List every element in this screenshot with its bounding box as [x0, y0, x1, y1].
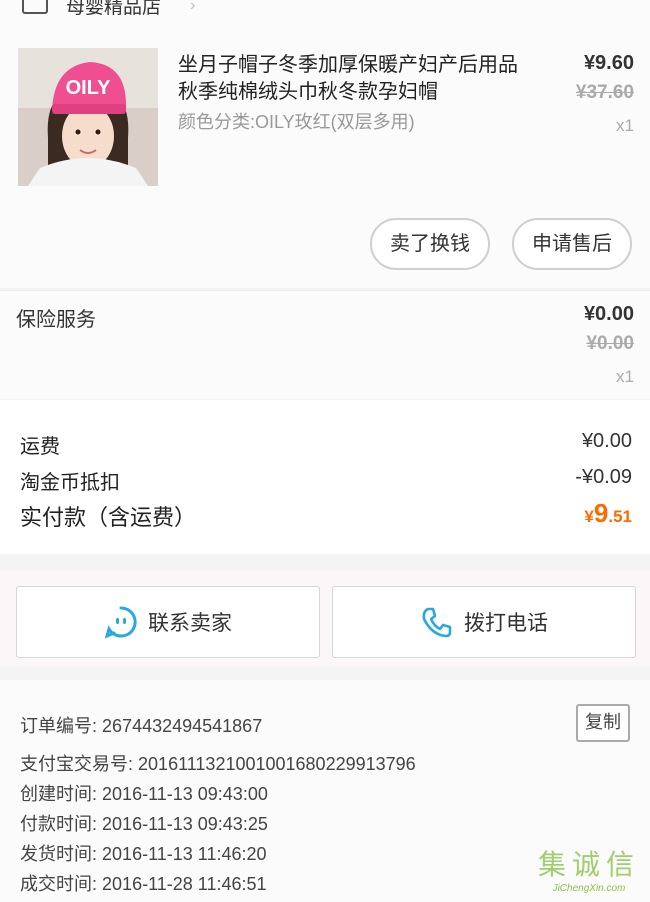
order-info: 订单编号: 2674432494541867 复制 支付宝交易号: 201611…	[0, 680, 650, 902]
alipay-label: 支付宝交易号:	[20, 754, 134, 774]
store-name: 母婴精品店	[66, 0, 162, 18]
total-label: 实付款（含运费）	[20, 505, 197, 530]
total-value: ¥9.51	[584, 498, 632, 529]
shipping-value: ¥0.00	[581, 430, 632, 452]
contact-actions: 联系卖家 拨打电话	[0, 570, 650, 666]
shipped-label: 发货时间:	[20, 844, 98, 864]
paid-row: 付款时间: 2016-11-13 09:43:25	[20, 810, 268, 836]
closed-time: 2016-11-28 11:46:51	[102, 874, 267, 894]
alipay-number: 2016111321001001680229913796	[138, 754, 416, 774]
contact-seller-button[interactable]: 联系卖家	[16, 586, 320, 658]
total-integer: 9	[593, 498, 609, 528]
alipay-row: 支付宝交易号: 2016111321001001680229913796	[20, 750, 416, 776]
copy-button[interactable]: 复制	[576, 704, 630, 742]
store-icon	[22, 0, 48, 14]
hat-logo-text: OILY	[66, 77, 111, 99]
created-label: 创建时间:	[20, 784, 98, 804]
insurance-original-price: ¥0.00	[586, 333, 634, 354]
product-variant: 颜色分类:OILY玫红(双层多用)	[178, 112, 415, 132]
shipped-row: 发货时间: 2016-11-13 11:46:20	[20, 840, 267, 866]
created-row: 创建时间: 2016-11-13 09:43:00	[20, 780, 268, 806]
order-number: 2674432494541867	[102, 716, 263, 736]
created-time: 2016-11-13 09:43:00	[102, 784, 268, 804]
product-price: ¥9.60	[583, 52, 634, 74]
shipped-time: 2016-11-13 11:46:20	[102, 844, 267, 864]
closed-label: 成交时间:	[20, 874, 98, 894]
phone-icon	[422, 607, 452, 638]
call-label: 拨打电话	[464, 612, 548, 635]
chat-icon	[104, 606, 137, 639]
product-original-price: ¥37.60	[575, 82, 634, 103]
total-decimal: .51	[608, 507, 632, 526]
coins-value: -¥0.09	[575, 466, 632, 488]
contact-seller-label: 联系卖家	[148, 612, 232, 635]
product-title[interactable]: 坐月子帽子冬季加厚保暖产妇产后用品秋季纯棉绒头巾秋冬款孕妇帽	[178, 52, 518, 106]
chevron-right-icon: ›	[190, 0, 196, 14]
closed-row: 成交时间: 2016-11-28 11:46:51	[20, 870, 267, 896]
insurance-label: 保险服务	[16, 309, 96, 331]
insurance-quantity: x1	[616, 367, 634, 386]
insurance-price: ¥0.00	[583, 303, 634, 325]
order-number-row: 订单编号: 2674432494541867	[20, 712, 262, 738]
call-button[interactable]: 拨打电话	[332, 586, 636, 658]
insurance-row: 保险服务 ¥0.00 ¥0.00 x1	[0, 290, 650, 399]
total-currency: ¥	[584, 507, 594, 526]
watermark-logo: 集诚信	[537, 848, 640, 881]
paid-time: 2016-11-13 09:43:25	[102, 814, 268, 834]
watermark-site: JiChengXin.com	[552, 883, 626, 894]
paid-label: 付款时间:	[20, 814, 98, 834]
coins-label: 淘金币抵扣	[20, 472, 120, 494]
price-summary: 运费 ¥0.00 淘金币抵扣 -¥0.09 实付款（含运费） ¥9.51	[0, 400, 650, 554]
product-card: OILY 坐月子帽子冬季加厚保暖产妇产后用品秋季纯棉绒头巾秋冬款孕妇帽 颜色分类…	[0, 30, 650, 288]
store-header[interactable]: 母婴精品店 ›	[0, 0, 650, 31]
sell-button[interactable]: 卖了换钱	[370, 218, 490, 270]
order-number-label: 订单编号:	[20, 716, 98, 736]
product-thumbnail[interactable]: OILY	[18, 48, 158, 186]
after-sale-button[interactable]: 申请售后	[512, 218, 632, 270]
shipping-label: 运费	[20, 436, 60, 458]
watermark: 集诚信 JiChengXin.com	[538, 843, 640, 894]
product-quantity: x1	[616, 116, 634, 135]
